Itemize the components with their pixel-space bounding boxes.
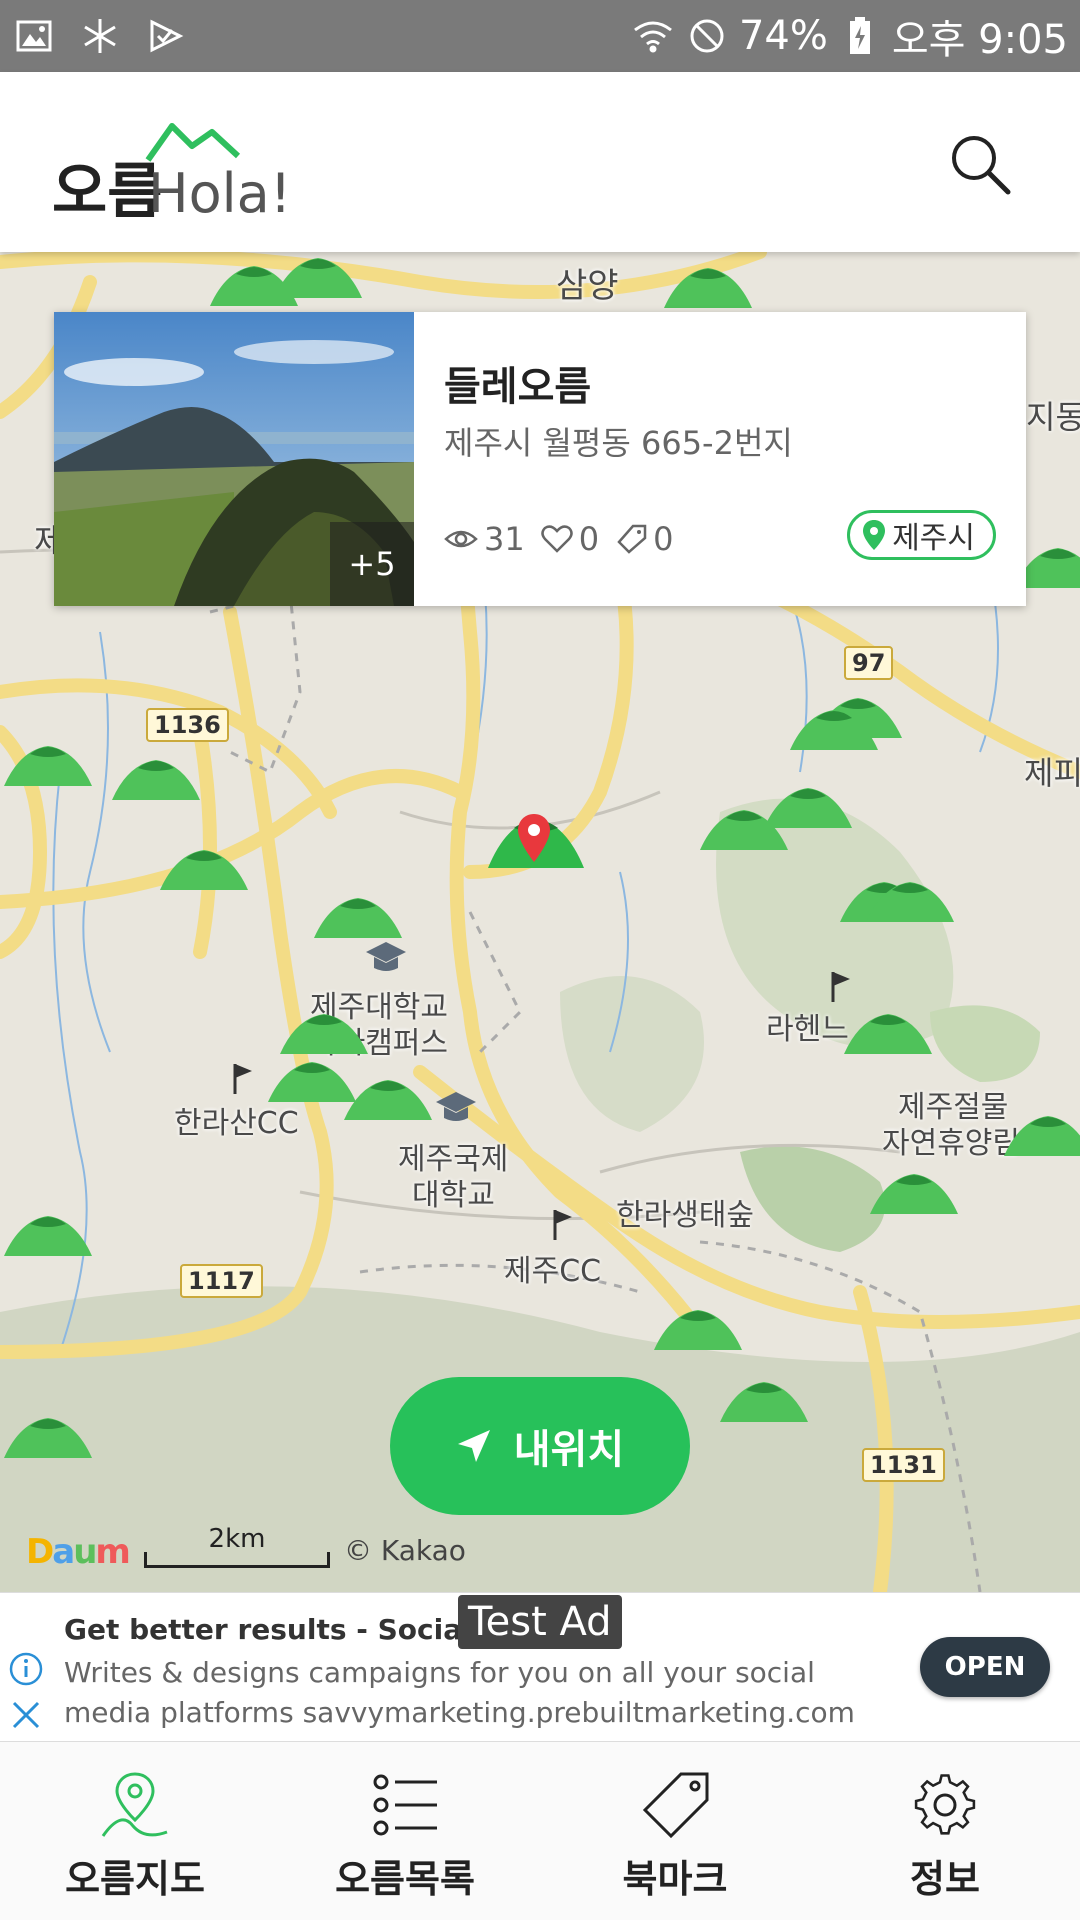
nav-label-list: 오름목록	[335, 1857, 475, 1901]
oreum-marker-icon[interactable]	[0, 740, 96, 790]
map-label-lahenne: 라헨느	[766, 1012, 849, 1047]
oreum-marker-icon[interactable]	[108, 754, 204, 804]
oreum-marker-icon[interactable]	[696, 804, 792, 854]
oreum-marker-icon[interactable]	[1000, 1110, 1080, 1160]
school-icon	[366, 942, 406, 971]
road-sign-97: 97	[844, 646, 894, 680]
tags-stat[interactable]: 0	[615, 520, 673, 558]
oreum-marker-icon[interactable]	[866, 1168, 962, 1218]
views-count: 31	[484, 520, 525, 558]
road-sign-1136: 1136	[146, 708, 229, 742]
status-bar: 74% 오후 9:05	[0, 0, 1080, 72]
oreum-marker-icon[interactable]	[840, 1008, 936, 1058]
region-badge[interactable]: 제주시	[847, 510, 996, 560]
road-sign-1117: 1117	[180, 1264, 263, 1298]
views-stat: 31	[444, 520, 525, 558]
bottom-nav: 오름지도 오름목록 북마크 정보	[0, 1742, 1080, 1920]
map-scale-label: 2km	[208, 1524, 266, 1554]
ad-open-button[interactable]: OPEN	[920, 1637, 1050, 1697]
wifi-icon	[631, 14, 675, 58]
map-label-hallasaengtaesup: 한라생태숲	[616, 1198, 754, 1233]
ad-body: Writes & designs campaigns for you on al…	[64, 1656, 855, 1729]
map-label-jido: 지동	[1026, 398, 1080, 436]
ad-test-label: Test Ad	[458, 1595, 622, 1649]
road-sign-1131: 1131	[862, 1448, 945, 1482]
golf-flag-icon	[831, 972, 850, 1002]
gear-icon	[914, 1774, 976, 1835]
eye-icon	[444, 530, 478, 548]
battery-percent: 74%	[738, 13, 828, 59]
logo-korean-text: 오름	[52, 157, 162, 227]
school-icon	[436, 1092, 476, 1121]
my-location-label: 내위치	[513, 1427, 625, 1473]
region-label: 제주시	[892, 521, 975, 556]
battery-icon	[838, 14, 882, 58]
map-label-samyang: 삼양	[556, 266, 619, 306]
oreum-photo[interactable]: +5	[54, 312, 414, 606]
logo-latin-text: Hola!	[148, 162, 291, 225]
oreum-marker-icon[interactable]	[650, 1304, 746, 1354]
info-icon[interactable]	[8, 1651, 44, 1687]
close-icon[interactable]	[8, 1697, 44, 1733]
app-header: 오름 Hola!	[0, 72, 1080, 252]
oreum-title: 들레오름	[444, 364, 592, 410]
oreum-stats: 31 0 0	[444, 520, 673, 558]
oreum-address: 제주시 월평동 665-2번지	[444, 424, 793, 462]
map-label-jeju-intl-2: 대학교	[412, 1178, 495, 1213]
app-logo: 오름 Hola!	[52, 112, 302, 232]
map-label-jeju-cc: 제주CC	[504, 1254, 602, 1289]
status-time: 오후 9:05	[891, 17, 1068, 63]
navigation-arrow-icon	[457, 1430, 490, 1462]
search-icon	[952, 136, 1011, 195]
map-pin-icon	[101, 1772, 168, 1837]
oreum-marker-icon[interactable]	[660, 262, 756, 312]
photo-count-badge[interactable]: +5	[330, 522, 414, 606]
search-button[interactable]	[940, 124, 1020, 204]
oreum-marker-icon[interactable]	[0, 1210, 96, 1260]
image-icon	[12, 14, 56, 58]
map-scale: 2km	[144, 1524, 330, 1570]
golf-flag-icon	[233, 1064, 252, 1094]
nav-item-info[interactable]: 정보	[810, 1742, 1080, 1920]
nav-label-map: 오름지도	[65, 1857, 205, 1901]
golf-flag-icon	[553, 1210, 572, 1240]
nav-item-map[interactable]: 오름지도	[0, 1742, 270, 1920]
nav-label-bookmark: 북마크	[622, 1857, 728, 1901]
tags-count: 0	[653, 520, 674, 558]
oreum-marker-icon[interactable]	[156, 844, 252, 894]
oreum-marker-icon[interactable]	[786, 704, 882, 754]
nav-item-bookmark[interactable]: 북마크	[540, 1742, 810, 1920]
check-icon	[144, 14, 188, 58]
location-pin-icon	[863, 520, 886, 550]
oreum-marker-icon[interactable]	[862, 876, 958, 926]
do-not-disturb-icon	[685, 14, 729, 58]
map-label-je-east: 제피	[1024, 754, 1080, 792]
oreum-marker-icon[interactable]	[716, 1376, 812, 1426]
tag-icon	[617, 524, 647, 554]
ad-banner[interactable]: Get better results - Social Med Test Ad …	[0, 1592, 1080, 1742]
snowflake-icon	[78, 14, 122, 58]
nav-item-list[interactable]: 오름목록	[270, 1742, 540, 1920]
location-pin-icon	[518, 814, 550, 862]
daum-logo: Daum	[26, 1532, 131, 1572]
map-scale-bar	[144, 1552, 330, 1568]
list-icon	[373, 1774, 437, 1836]
oreum-marker-icon[interactable]	[310, 892, 406, 942]
oreum-marker-icon[interactable]	[340, 1074, 436, 1124]
oreum-marker-icon[interactable]	[270, 252, 366, 302]
likes-stat[interactable]: 0	[540, 520, 600, 558]
nav-label-info: 정보	[910, 1857, 980, 1901]
oreum-marker-icon[interactable]	[276, 1008, 372, 1058]
map-copyright: © Kakao	[344, 1534, 466, 1567]
tag-icon	[642, 1772, 709, 1839]
oreum-info-card[interactable]: +5 들레오름 제주시 월평동 665-2번지 31 0 0 제주시	[54, 312, 1026, 606]
oreum-marker-icon[interactable]	[0, 1412, 96, 1462]
heart-icon	[540, 525, 573, 553]
likes-count: 0	[578, 520, 600, 558]
my-location-button[interactable]: 내위치	[390, 1377, 690, 1515]
